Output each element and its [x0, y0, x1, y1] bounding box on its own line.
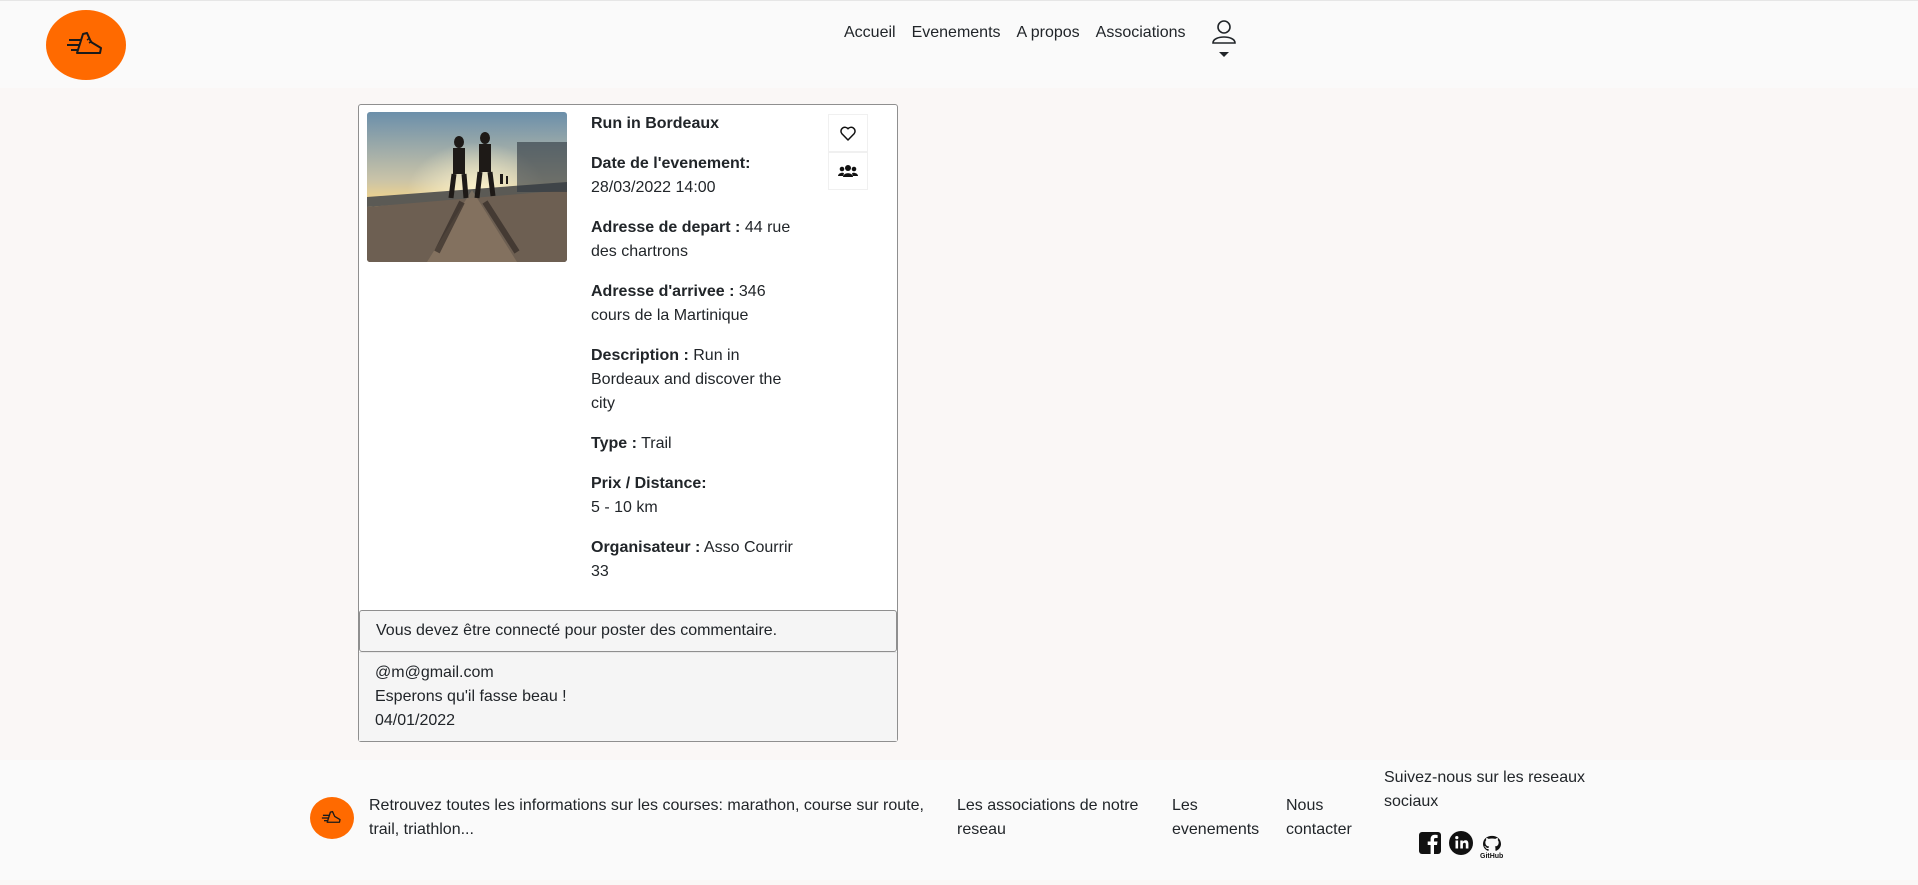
user-menu-dropdown[interactable] [1210, 19, 1238, 59]
event-card: Run in Bordeaux Date de l'evenement: 28/… [358, 104, 898, 742]
logo-link[interactable] [46, 10, 126, 80]
people-group-icon [838, 165, 858, 177]
event-organizer: Organisateur : Asso Courrir 33 [591, 536, 801, 584]
end-address-label: Adresse d'arrivee : [591, 283, 735, 300]
nav-a-propos[interactable]: A propos [1017, 23, 1080, 43]
social-heading: Suivez-nous sur les reseaux sociaux [1384, 769, 1585, 810]
event-date-value: 28/03/2022 14:00 [591, 179, 716, 196]
user-icon [1212, 20, 1236, 44]
social-links: GitHub [1418, 830, 1503, 864]
comment-text: Esperons qu'il fasse beau ! [375, 688, 567, 705]
like-button[interactable] [828, 114, 868, 152]
comment-item: @m@gmail.com Esperons qu'il fasse beau !… [359, 652, 897, 741]
github-link[interactable]: GitHub [1480, 835, 1503, 860]
event-price-distance: Prix / Distance: 5 - 10 km [591, 472, 801, 520]
event-type: Type : Trail [591, 432, 801, 456]
price-distance-value: 5 - 10 km [591, 499, 658, 516]
footer-logo-link[interactable] [310, 797, 354, 839]
footer: Retrouvez toutes les informations sur le… [0, 760, 1918, 880]
event-details: Run in Bordeaux Date de l'evenement: 28/… [591, 112, 801, 600]
price-distance-label: Prix / Distance: [591, 475, 707, 492]
running-shoe-icon [321, 810, 341, 823]
running-shoe-icon [67, 32, 102, 54]
type-label: Type : [591, 435, 637, 452]
linkedin-link[interactable] [1448, 830, 1474, 864]
github-label: GitHub [1480, 852, 1504, 860]
event-date-label: Date de l'evenement: [591, 155, 751, 172]
comment-date: 04/01/2022 [375, 712, 456, 729]
linkedin-icon [1449, 831, 1473, 855]
event-date: Date de l'evenement: 28/03/2022 14:00 [591, 152, 801, 200]
organizer-label: Organisateur : [591, 539, 701, 556]
comment-author: @m@gmail.com [375, 664, 494, 681]
footer-events-link[interactable]: Les evenements [1172, 794, 1267, 842]
event-start-address: Adresse de depart : 44 rue des chartrons [591, 216, 801, 264]
description-label: Description : [591, 347, 689, 364]
comment-login-notice: Vous devez être connecté pour poster des… [359, 610, 897, 652]
event-title: Run in Bordeaux [591, 115, 720, 132]
top-navbar: Accueil Evenements A propos Associations [0, 0, 1918, 88]
main-nav: Accueil Evenements A propos Associations [844, 23, 1186, 43]
participants-button[interactable] [828, 152, 868, 190]
event-description: Description : Run in Bordeaux and discov… [591, 344, 801, 416]
nav-accueil[interactable]: Accueil [844, 23, 896, 43]
start-address-label: Adresse de depart : [591, 219, 741, 236]
facebook-icon [1419, 832, 1441, 854]
facebook-link[interactable] [1418, 831, 1442, 863]
chevron-down-icon [1219, 52, 1229, 57]
nav-evenements[interactable]: Evenements [912, 23, 1001, 43]
footer-about-text: Retrouvez toutes les informations sur le… [369, 797, 924, 838]
event-end-address: Adresse d'arrivee : 346 cours de la Mart… [591, 280, 801, 328]
github-icon [1482, 835, 1501, 851]
heart-icon [840, 126, 856, 141]
type-value: Trail [641, 435, 672, 452]
nav-associations[interactable]: Associations [1096, 23, 1186, 43]
footer-contact-link[interactable]: Nous contacter [1286, 794, 1361, 842]
footer-associations-link[interactable]: Les associations de notre reseau [957, 794, 1147, 842]
event-image [367, 112, 567, 262]
